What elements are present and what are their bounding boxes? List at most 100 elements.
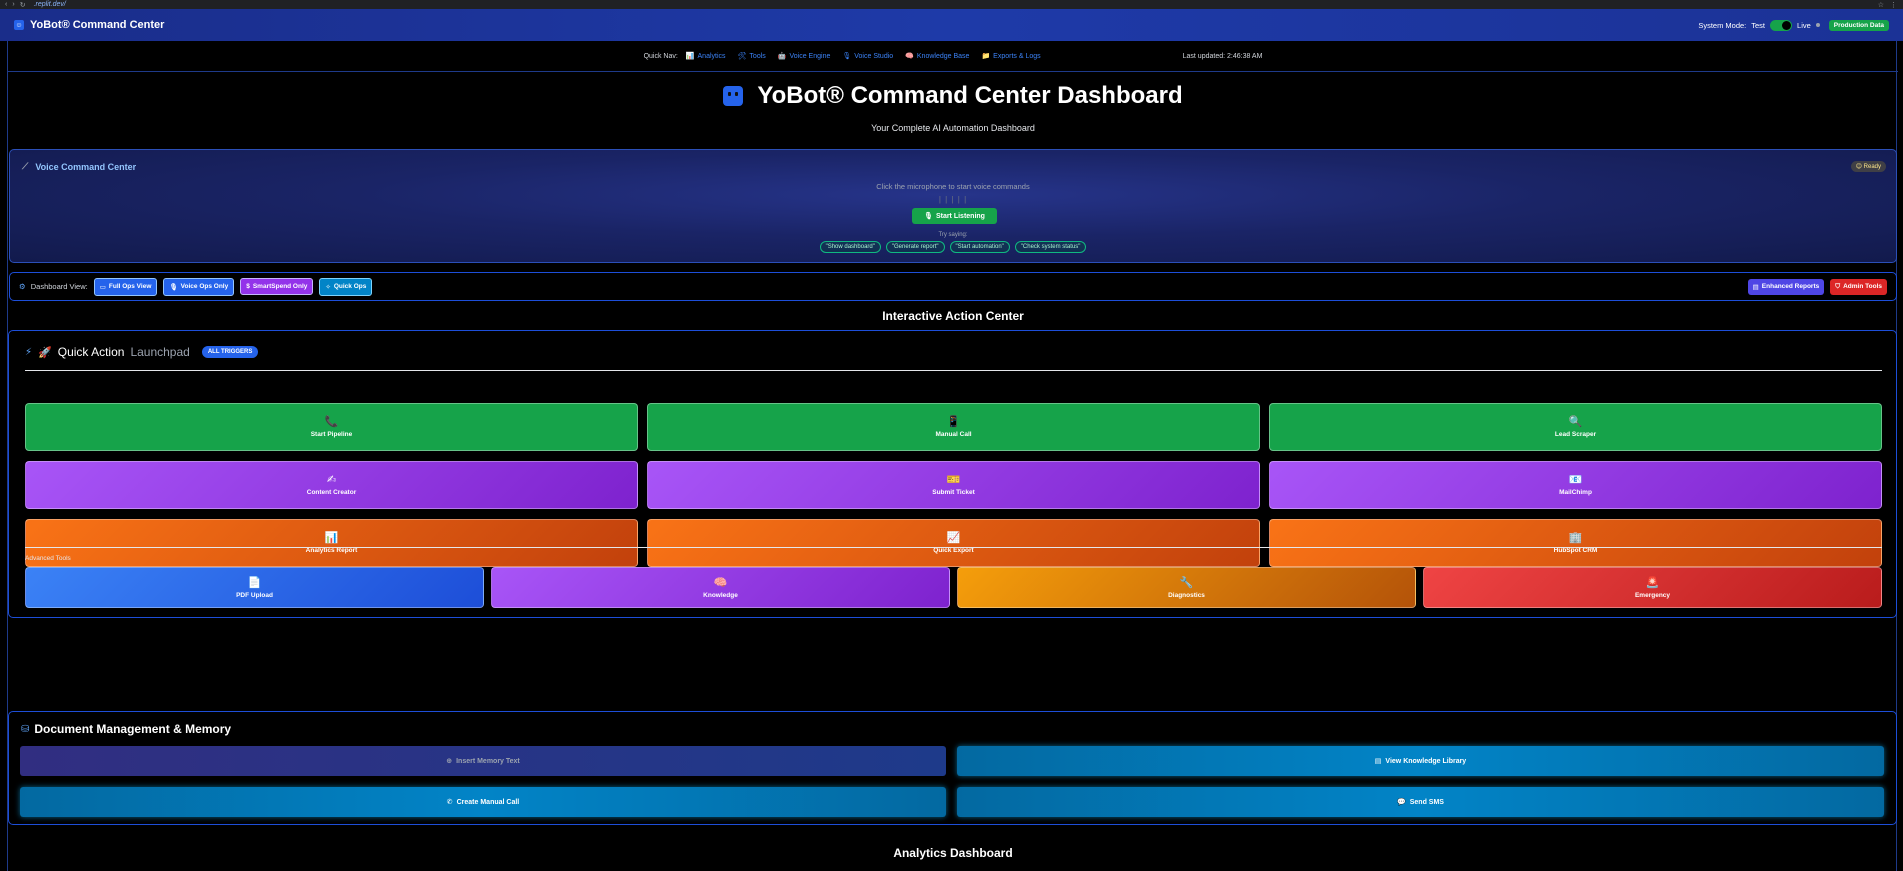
- bookmark-icon[interactable]: ☆: [1878, 1, 1884, 9]
- chat-bubble-icon: 💬: [1397, 799, 1406, 806]
- action-label: Quick Export: [933, 547, 974, 554]
- hubspot-crm-button[interactable]: 🏢 HubSpot CRM: [1269, 519, 1882, 567]
- mode-toggle[interactable]: [1770, 19, 1793, 31]
- quick-action-grid: 📞 Start Pipeline 📱 Manual Call 🔍 Lead Scrap…: [25, 403, 1882, 567]
- voice-example-chip[interactable]: "Generate report": [885, 241, 945, 253]
- page-title-text: YoBot® Command Center Dashboard: [757, 82, 1183, 109]
- nav-link-exports-logs[interactable]: 📁 Exports & Logs: [981, 52, 1041, 61]
- quick-ops-button[interactable]: ✧ Quick Ops: [319, 277, 373, 296]
- launchpad-title-suffix: Launchpad: [130, 345, 190, 359]
- action-label: Lead Scraper: [1554, 431, 1597, 438]
- lightning-icon: ⚡: [25, 346, 33, 358]
- diagnostics-button[interactable]: 🔧 Diagnostics: [957, 567, 1416, 608]
- enhanced-reports-button[interactable]: ▤ Enhanced Reports: [1747, 278, 1825, 295]
- robot-icon: 🤖: [777, 53, 787, 60]
- nav-link-analytics[interactable]: 📊 Analytics: [686, 52, 726, 61]
- view-button-label: Full Ops View: [108, 283, 152, 290]
- send-sms-button[interactable]: 💬 Send SMS: [957, 787, 1884, 817]
- page-subtitle: Your Complete AI Automation Dashboard: [871, 123, 1035, 133]
- document-icon: 📄: [247, 576, 262, 589]
- dashboard-view-label: ⚙ Dashboard View:: [19, 282, 88, 291]
- emergency-button[interactable]: 🚨 Emergency: [1423, 567, 1882, 608]
- quick-export-button[interactable]: 📈 Quick Export: [647, 519, 1260, 567]
- create-call-label: Create Manual Call: [456, 798, 520, 806]
- voice-example-chip[interactable]: "Show dashboard": [819, 241, 881, 253]
- send-sms-label: Send SMS: [1409, 798, 1444, 806]
- tools-icon: 🛠: [737, 53, 747, 60]
- mailchimp-button[interactable]: 📧 MailChimp: [1269, 461, 1882, 509]
- start-pipeline-button[interactable]: 📞 Start Pipeline: [25, 403, 638, 451]
- action-label: Diagnostics: [1168, 591, 1205, 599]
- writing-hand-icon: ✍: [326, 474, 337, 486]
- microphone-icon: 🎙: [842, 53, 852, 60]
- phone-icon: ✆: [446, 799, 453, 806]
- audio-level-bars: | | | | |: [938, 195, 968, 204]
- page-title: YoBot® Command Center Dashboard: [8, 82, 1898, 110]
- system-mode-control: System Mode: Test Live Production Data: [1698, 19, 1889, 31]
- dollar-icon: $: [246, 283, 250, 290]
- start-listening-button[interactable]: 🎙 Start Listening: [912, 208, 997, 224]
- robot-logo-icon: ☺: [14, 20, 24, 30]
- app-title: YoBot® Command Center: [30, 19, 165, 31]
- insert-memory-text-button[interactable]: ⊕ Insert Memory Text: [20, 746, 946, 776]
- nav-link-label: Voice Engine: [789, 52, 831, 60]
- phone-icon: 📞: [324, 416, 339, 428]
- rocket-icon: 🚀: [38, 346, 52, 359]
- action-label: Submit Ticket: [932, 489, 975, 496]
- forward-icon[interactable]: ›: [12, 1, 14, 9]
- nav-link-label: Tools: [749, 52, 766, 60]
- nav-link-voice-studio[interactable]: 🎙 Voice Studio: [842, 52, 893, 61]
- menu-icon[interactable]: ⋮: [1890, 1, 1897, 9]
- browser-nav-buttons[interactable]: ‹ › ↻: [5, 1, 26, 9]
- plus-circle-icon: ⊕: [446, 758, 453, 765]
- voice-example-chip[interactable]: "Start automation": [949, 241, 1010, 253]
- ticket-icon: 🎫: [946, 474, 961, 486]
- voice-status-badge: 😊 Ready: [1850, 161, 1886, 172]
- submit-ticket-button[interactable]: 🎫 Submit Ticket: [647, 461, 1260, 509]
- analytics-dashboard-title: Analytics Dashboard: [893, 846, 1013, 860]
- content-creator-button[interactable]: ✍ Content Creator: [25, 461, 638, 509]
- admin-tools-button[interactable]: ⛉ Admin Tools: [1830, 278, 1887, 295]
- building-icon: 🏢: [1568, 532, 1583, 544]
- sparkle-icon: ✧: [325, 283, 331, 291]
- folder-icon: 📁: [981, 53, 991, 60]
- manual-call-button[interactable]: 📱 Manual Call: [647, 403, 1260, 451]
- mobile-phone-icon: 📱: [946, 416, 961, 428]
- knowledge-button[interactable]: 🧠 Knowledge: [491, 567, 950, 608]
- action-label: Knowledge: [703, 591, 738, 599]
- launchpad-title: Quick Action: [57, 345, 125, 359]
- admin-tools-label: Admin Tools: [1843, 283, 1882, 290]
- enhanced-reports-label: Enhanced Reports: [1761, 283, 1820, 290]
- database-icon: ⛁: [21, 723, 30, 735]
- all-triggers-badge: ALL TRIGGERS: [201, 346, 259, 358]
- status-dot-icon: [1815, 23, 1820, 27]
- voice-example-chip[interactable]: "Check system status": [1014, 241, 1087, 253]
- nav-link-tools[interactable]: 🛠 Tools: [737, 52, 766, 61]
- nav-link-label: Analytics: [697, 52, 726, 60]
- lead-scraper-button[interactable]: 🔍 Lead Scraper: [1269, 403, 1882, 451]
- robot-face-icon: [723, 86, 744, 106]
- brain-icon: 🧠: [713, 576, 728, 589]
- voice-ops-only-button[interactable]: 🎙 Voice Ops Only: [163, 277, 235, 296]
- full-ops-view-button[interactable]: ▭ Full Ops View: [93, 277, 158, 296]
- last-updated: Last updated: 2:46:38 AM: [1182, 52, 1263, 60]
- email-icon: 📧: [1568, 474, 1583, 486]
- launchpad-header: ⚡ 🚀 Quick Action Launchpad ALL TRIGGERS: [25, 345, 259, 359]
- reload-icon[interactable]: ↻: [20, 1, 26, 9]
- monitor-icon: ▭: [99, 283, 106, 291]
- nav-link-knowledge-base[interactable]: 🧠 Knowledge Base: [905, 52, 970, 61]
- bar-chart-icon: 📊: [324, 532, 339, 544]
- nav-link-label: Knowledge Base: [916, 52, 970, 60]
- back-icon[interactable]: ‹: [5, 1, 7, 9]
- address-bar[interactable]: .replit.dev/: [34, 1, 66, 8]
- analytics-report-button[interactable]: 📊 Analytics Report: [25, 519, 638, 567]
- smartspend-only-button[interactable]: $ SmartSpend Only: [240, 278, 314, 295]
- quick-nav-label: Quick Nav:: [643, 52, 678, 60]
- view-knowledge-library-button[interactable]: ▤ View Knowledge Library: [957, 746, 1884, 776]
- nav-link-label: Exports & Logs: [993, 52, 1041, 60]
- quick-action-launchpad: ⚡ 🚀 Quick Action Launchpad ALL TRIGGERS …: [8, 330, 1897, 618]
- pdf-upload-button[interactable]: 📄 PDF Upload: [25, 567, 484, 608]
- create-manual-call-button[interactable]: ✆ Create Manual Call: [20, 787, 946, 817]
- start-listening-label: Start Listening: [935, 212, 985, 220]
- nav-link-voice-engine[interactable]: 🤖 Voice Engine: [777, 52, 831, 61]
